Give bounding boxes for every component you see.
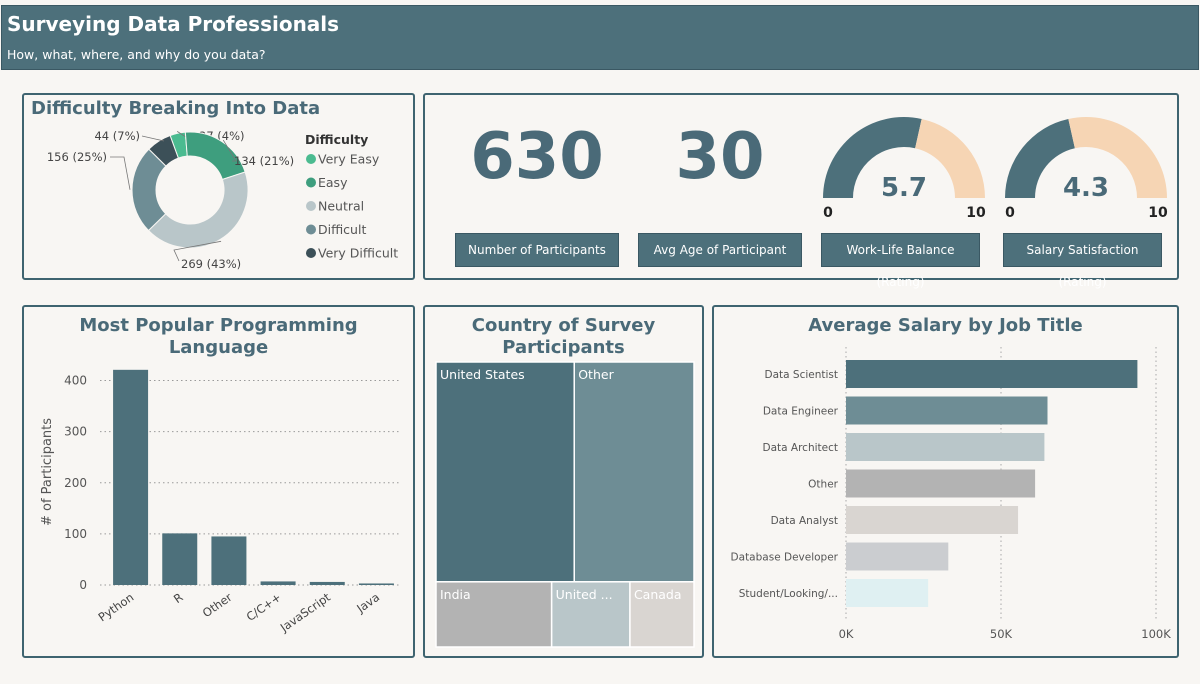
x-tick-label: 100K	[1141, 627, 1171, 641]
x-tick-label: Python	[96, 590, 137, 624]
work-life-gauge-max: 10	[966, 205, 986, 221]
salary-panel: Average Salary by Job Title 0K 50K 100K Dat…	[712, 305, 1179, 658]
bar-javascript	[309, 581, 345, 585]
kpi-panel: 630 30 5.7 0 10 4.3 0 10 Number of Participan…	[423, 93, 1179, 289]
salary-bar	[846, 433, 1045, 461]
salary-bar	[846, 396, 1048, 425]
treemap-cell-other	[573, 361, 695, 583]
bar-cc	[260, 581, 296, 585]
salary-bar	[846, 360, 1138, 388]
legend-item-label: Difficult	[318, 222, 366, 237]
language-bar-chart: 0 100 200 300 400 # of Participants Python R Oth…	[40, 369, 399, 635]
treemap-cell-label: United ...	[556, 587, 613, 602]
salary-satisfaction-gauge-value: 4.3	[1063, 173, 1109, 203]
legend-marker	[306, 177, 316, 188]
legend-marker	[306, 154, 316, 164]
y-tick-label: 200	[64, 476, 87, 490]
work-life-gauge-value: 5.7	[881, 173, 927, 203]
y-tick-label: 300	[64, 425, 87, 439]
y-category-label: Data Architect	[763, 442, 839, 454]
treemap-cell-united-states	[435, 361, 575, 583]
country-treemap: United States Other India United ... Canada	[435, 361, 695, 648]
legend-item-label: Neutral	[318, 199, 364, 214]
x-tick-label: Other	[200, 590, 235, 620]
legend-item-label: Very Difficult	[318, 246, 398, 261]
x-tick-label: 0K	[839, 627, 854, 641]
salary-satisfaction-gauge-min: 0	[1005, 205, 1015, 221]
y-category-label: Data Analyst	[771, 515, 838, 527]
salary-bar-chart: 0K 50K 100K Data Scientist Data Engineer Data…	[731, 347, 1171, 641]
treemap-cell-label: Other	[578, 367, 614, 382]
legend-marker	[306, 224, 316, 235]
y-category-label: Data Scientist	[765, 369, 839, 381]
x-tick-label: JavaScript	[277, 590, 333, 635]
donut-leader-line	[110, 156, 131, 190]
salary-bar	[846, 579, 929, 607]
treemap-cell-label: Canada	[634, 587, 682, 602]
y-tick-label: 0	[79, 578, 87, 592]
page-subtitle: How, what, where, and why do you data?	[7, 47, 266, 62]
treemap-cell-label: United States	[440, 367, 525, 382]
treemap-cell-label: India	[440, 587, 471, 602]
donut-data-label: 134 (21%)	[234, 154, 294, 168]
difficulty-panel: Difficulty Breaking Into Data 27 (4%) 134…	[22, 93, 415, 280]
y-tick-label: 400	[64, 374, 87, 388]
bar-python	[113, 369, 149, 585]
salary-bar	[846, 469, 1036, 498]
donut-data-label: 44 (7%)	[94, 129, 140, 143]
bar-other	[211, 536, 247, 585]
header-bar: Surveying Data Professionals How, what, …	[1, 5, 1199, 70]
x-tick-label: R	[171, 590, 186, 606]
language-panel: Most Popular Programming Language 0 100 20…	[22, 305, 415, 658]
legend-title: Difficulty	[305, 132, 368, 147]
salary-bar	[846, 506, 1019, 534]
legend-item-label: Easy	[318, 175, 348, 190]
y-category-label: Data Engineer	[763, 406, 839, 418]
y-category-label: Other	[808, 479, 838, 491]
bar-r	[162, 533, 198, 585]
legend-item-label: Very Easy	[318, 152, 380, 167]
difficulty-donut-chart: 27 (4%)134 (21%)269 (43%)156 (25%)44 (7%…	[47, 129, 398, 271]
y-axis-label: # of Participants	[40, 418, 55, 526]
y-category-label: Student/Looking/...	[739, 588, 838, 600]
donut-slice-neutral	[147, 171, 249, 249]
participants-label: Number of Participants	[455, 233, 619, 267]
avg-age-label: Avg Age of Participant	[638, 233, 802, 267]
salary-satisfaction-label: Salary Satisfaction (Rating)	[1003, 233, 1162, 289]
bar-java	[358, 583, 394, 585]
work-life-label: Work-Life Balance (Rating)	[821, 233, 980, 289]
x-tick-label: Java	[353, 590, 382, 616]
legend-marker	[306, 201, 316, 211]
salary-bar	[846, 542, 949, 571]
x-tick-label: 50K	[990, 627, 1013, 641]
donut-data-label: 156 (25%)	[47, 150, 107, 164]
legend-marker	[306, 248, 316, 258]
page-title: Surveying Data Professionals	[7, 12, 340, 36]
country-panel: Country of Survey Participants United St…	[423, 305, 704, 658]
donut-leader-line	[141, 135, 165, 142]
donut-data-label: 269 (43%)	[181, 257, 241, 271]
salary-satisfaction-gauge-max: 10	[1148, 205, 1168, 221]
y-tick-label: 100	[64, 527, 87, 541]
y-category-label: Database Developer	[731, 552, 839, 564]
work-life-gauge-min: 0	[823, 205, 833, 221]
x-tick-label: C/C++	[244, 590, 284, 624]
